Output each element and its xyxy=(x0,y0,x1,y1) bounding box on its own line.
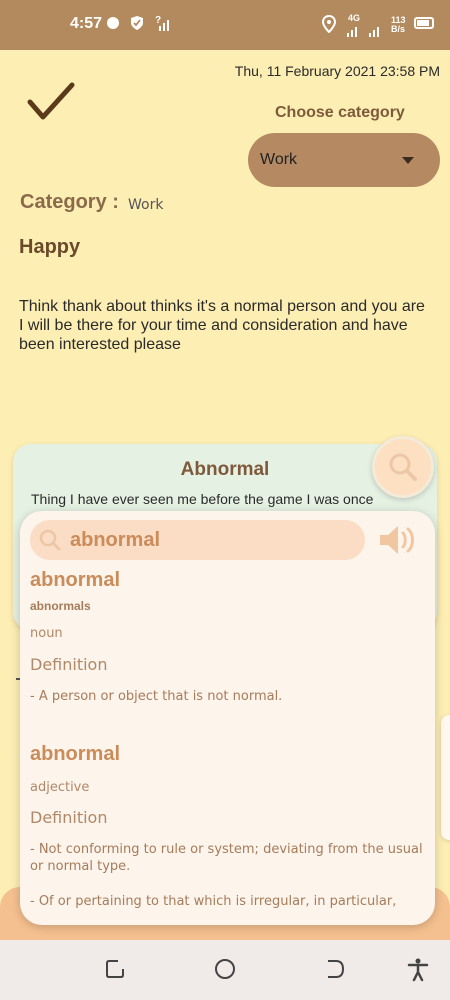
recent-apps-icon[interactable] xyxy=(104,958,126,985)
dictionary-query: abnormal xyxy=(70,529,161,551)
location-icon xyxy=(321,14,337,36)
whatsapp-icon xyxy=(106,16,120,33)
choose-category-label: Choose category xyxy=(275,104,405,121)
dictionary-popup: abnormal abnormal abnormals noun Definit… xyxy=(20,511,435,925)
dictionary-entry: abnormal adjective Definition - Not conf… xyxy=(30,743,425,910)
home-icon[interactable] xyxy=(214,958,236,985)
network-type: 4G xyxy=(348,13,361,23)
entry-plural: abnormals xyxy=(30,599,91,613)
definition-label: Definition xyxy=(30,655,108,674)
system-navigation-bar xyxy=(0,940,450,1000)
status-time: 4:57 xyxy=(70,15,103,32)
entry-part-of-speech: noun xyxy=(30,626,63,641)
dictionary-search-field[interactable]: abnormal xyxy=(30,520,365,560)
search-icon xyxy=(389,453,417,481)
search-button[interactable] xyxy=(372,436,434,498)
back-icon[interactable] xyxy=(324,958,346,985)
category-value: Work xyxy=(128,197,164,213)
dropdown-selected-value: Work xyxy=(260,151,298,168)
status-bar: 4:57 ? 4G 113 B/s xyxy=(0,0,450,50)
note-title[interactable]: Happy xyxy=(19,236,80,259)
battery-icon xyxy=(414,17,434,29)
signal-bars-icon xyxy=(347,24,387,40)
search-icon xyxy=(38,528,62,557)
caret-down-icon xyxy=(402,157,414,164)
category-label: Category : xyxy=(20,191,119,213)
entry-definition: - A person or object that is not normal. xyxy=(30,689,283,704)
category-dropdown[interactable]: Work xyxy=(248,133,440,187)
signal-unknown-icon: ? xyxy=(155,14,171,35)
speaker-icon[interactable] xyxy=(378,523,420,562)
svg-text:?: ? xyxy=(155,15,161,26)
shield-icon xyxy=(130,15,144,34)
note-body[interactable]: Think thank about thinks it's a normal p… xyxy=(19,297,429,354)
net-speed-unit: B/s xyxy=(391,24,406,34)
entry-word: abnormal xyxy=(30,569,121,591)
save-check-button[interactable] xyxy=(26,80,76,124)
definition-label: Definition xyxy=(30,808,108,827)
checkmark-icon xyxy=(27,82,75,120)
entry-part-of-speech: adjective xyxy=(30,780,90,795)
dictionary-entry: abnormal abnormals noun Definition - A p… xyxy=(30,569,425,705)
entry-word: abnormal xyxy=(30,743,121,765)
side-panel-handle[interactable] xyxy=(441,715,450,840)
entry-definition: - Of or pertaining to that which is irre… xyxy=(30,894,397,909)
note-date: Thu, 11 February 2021 23:58 PM xyxy=(234,63,440,79)
entry-definition: - Not conforming to rule or system; devi… xyxy=(30,842,423,874)
accessibility-icon[interactable] xyxy=(407,958,429,987)
word-card-text: Thing I have ever seen me before the gam… xyxy=(31,491,374,507)
